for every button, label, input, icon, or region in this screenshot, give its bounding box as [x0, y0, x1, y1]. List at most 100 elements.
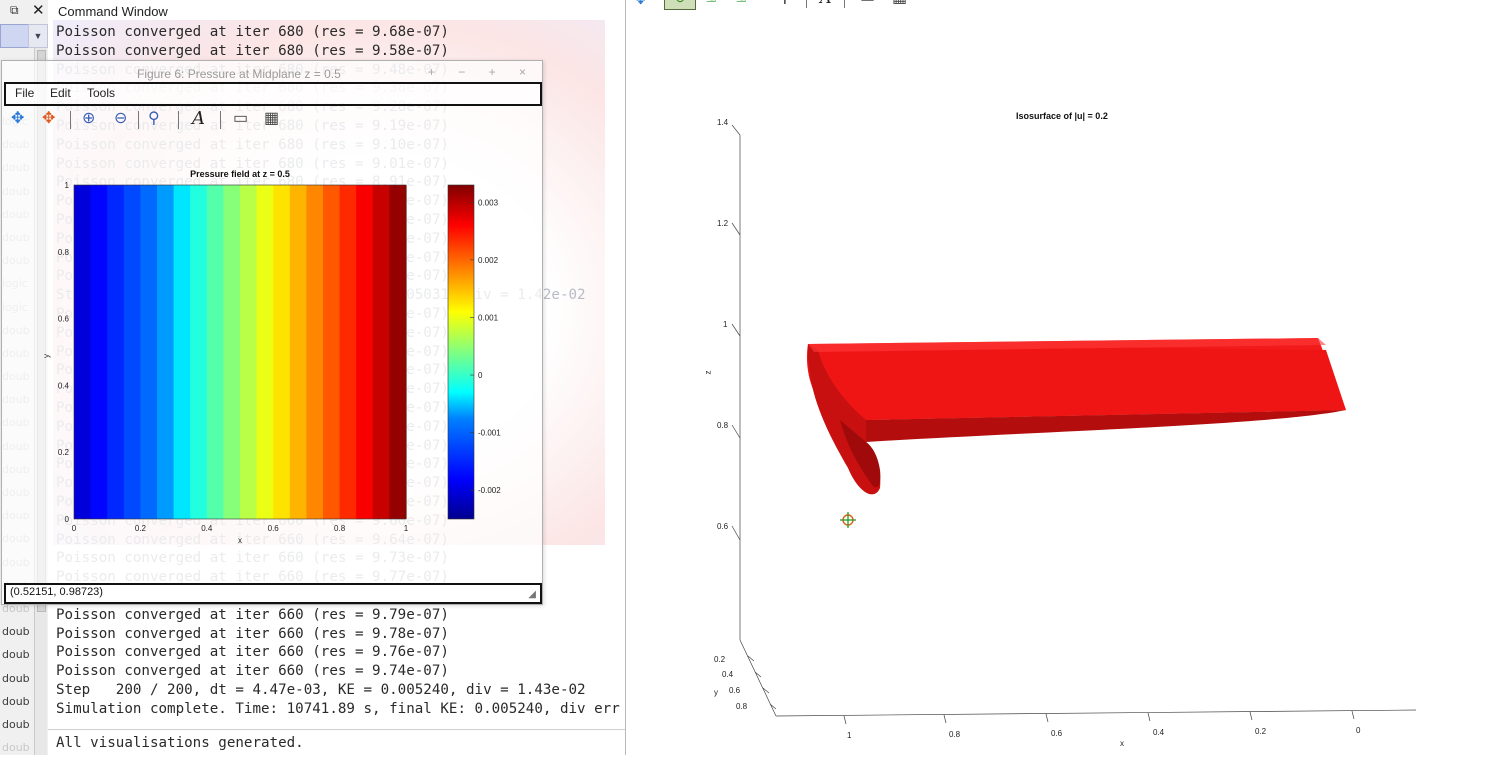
zoom-in-icon[interactable]: ⊕: [82, 109, 95, 129]
text-icon[interactable]: A: [192, 109, 205, 129]
heatmap-x-tick-label: 0.2: [135, 524, 147, 533]
heatmap-x-tick-label: 0: [72, 524, 77, 533]
x-tick-label: 0.8: [949, 730, 961, 739]
toolbar-separator: [178, 111, 179, 129]
heatmap-cell: [223, 185, 241, 519]
heatmap-cell: [306, 185, 324, 519]
command-footer-line: All visualisations generated.: [56, 735, 304, 751]
heatmap-cell: [389, 185, 407, 519]
menu-file[interactable]: File: [15, 86, 34, 100]
heatmap-cell: [173, 185, 191, 519]
y-tick-label: 0.4: [722, 670, 734, 679]
heatmap-y-tick-label: 0: [65, 515, 70, 524]
isosurface-axes[interactable]: [626, 0, 1500, 755]
pressure-heatmap-plot[interactable]: Pressure field at z = 0.5 0 0.2 0.4 0.6 0.8 1…: [2, 166, 522, 546]
heatmap-cell: [356, 185, 374, 519]
zoom-icon[interactable]: ⚲: [148, 109, 160, 129]
command-output-line: Step 200 / 200, dt = 4.47e-03, KE = 0.00…: [56, 681, 586, 698]
isosurface-xlabel: x: [1120, 739, 1124, 748]
command-output-line: Simulation complete. Time: 10741.89 s, f…: [56, 700, 620, 717]
heatmap-y-tick-label: 0.6: [58, 315, 70, 324]
undock-icon[interactable]: ⧉: [10, 3, 19, 18]
heatmap-x-tick-label: 0.8: [334, 524, 346, 533]
heatmap-cell: [123, 185, 141, 519]
chevron-down-icon[interactable]: ▼: [28, 24, 48, 48]
heatmap-cell: [157, 185, 175, 519]
x-tick-label: 0.4: [1153, 728, 1165, 737]
figure-menubar: File Edit Tools: [4, 82, 542, 106]
heatmap-cell: [107, 185, 125, 519]
command-output-line: Poisson converged at iter 680 (res = 9.5…: [56, 42, 449, 59]
heatmap-cell: [289, 185, 307, 519]
heatmap-cell: [240, 185, 258, 519]
colorbar-tick-label: -0.001: [478, 429, 501, 438]
menu-edit[interactable]: Edit: [50, 86, 71, 100]
heatmap-x-tick-label: 1: [404, 524, 409, 533]
heatmap-cell: [190, 185, 208, 519]
rotate-icon[interactable]: ✥: [42, 109, 55, 129]
z-tick-label: 0.8: [717, 421, 729, 430]
heatmap-y-tick-label: 0.4: [58, 381, 70, 390]
figure-window-title: Figure 6: Pressure at Midplane z = 0.5: [137, 67, 341, 81]
colorbar-tick-label: 0.001: [478, 313, 499, 322]
workspace-selector[interactable]: [0, 24, 30, 48]
heatmap-x-tick-label: 0.4: [201, 524, 213, 533]
heatmap-cell: [273, 185, 291, 519]
isosurface-ylabel: y: [714, 688, 718, 697]
heatmap-y-ticks: 0 0.2 0.4 0.6 0.8 1: [58, 181, 70, 524]
heatmap-y-tick-label: 0.8: [58, 248, 70, 257]
x-tick-label: 0: [1356, 726, 1361, 735]
colorbar-tick-label: 0.002: [478, 256, 499, 265]
z-tick-label: 1.4: [717, 118, 729, 127]
toolbar-separator: [138, 111, 139, 129]
y-tick-marks: [747, 655, 777, 710]
x-tick-label: 0.6: [1051, 729, 1063, 738]
camera-target-icon: [840, 512, 856, 528]
close-icon[interactable]: ✕: [32, 1, 45, 19]
command-output-line: Poisson converged at iter 660 (res = 9.7…: [56, 625, 449, 642]
colorbar: [447, 184, 475, 520]
heatmap-cells: [74, 185, 407, 519]
colorbar-tick-label: -0.002: [478, 486, 501, 495]
heatmap-cell: [140, 185, 158, 519]
isosurface-shape: [806, 338, 1346, 495]
x-tick-label: 0.2: [1255, 727, 1267, 736]
heatmap-y-tick-label: 1: [65, 181, 70, 190]
heatmap-cell: [372, 185, 390, 519]
z-tick-marks: [731, 124, 741, 541]
heatmap-cell: [256, 185, 274, 519]
heatmap-x-tick-label: 0.6: [268, 524, 280, 533]
legend-icon[interactable]: ▭: [233, 109, 248, 129]
heatmap-cell: [323, 185, 341, 519]
isosurface-figure[interactable]: ✥ ↻ ⇲ ⇲ ⚲ A ▭ ▦ Isosurface of |u| = 0.2: [626, 0, 1500, 755]
figure-window[interactable]: Figure 6: Pressure at Midplane z = 0.5 +…: [1, 60, 543, 605]
command-output-line: Poisson converged at iter 660 (res = 9.7…: [56, 663, 449, 680]
menu-tools[interactable]: Tools: [87, 86, 115, 100]
heatmap-cell: [206, 185, 224, 519]
zoom-out-icon[interactable]: ⊖: [114, 109, 127, 129]
heatmap-cell: [339, 185, 357, 519]
heatmap-ylabel: y: [42, 354, 51, 358]
workspace-header: ⧉ ✕: [0, 0, 52, 22]
toolbar-separator: [70, 111, 71, 129]
grid-icon[interactable]: ▦: [264, 109, 279, 129]
z-tick-label: 1.2: [717, 219, 729, 228]
toolbar-separator: [220, 111, 221, 129]
isosurface-zlabel: z: [703, 370, 713, 375]
pan-icon[interactable]: ✥: [11, 109, 24, 129]
heatmap-cell: [90, 185, 108, 519]
command-output-line: Poisson converged at iter 660 (res = 9.7…: [56, 644, 449, 661]
heatmap-cell: [74, 185, 92, 519]
colorbar-ticks: 0.003 0.002 0.001 0 -0.001 -0.002: [470, 198, 501, 495]
figure-toolbar: ✥ ✥ ⊕ ⊖ ⚲ A ▭ ▦: [8, 109, 308, 133]
resize-grip-icon[interactable]: ◢: [528, 589, 536, 600]
z-tick-label: 1: [723, 320, 728, 329]
window-controls[interactable]: + − + ×: [428, 65, 536, 79]
command-window-title: Command Window: [58, 4, 168, 19]
y-tick-label: 0.2: [714, 655, 726, 664]
cursor-coordinates: (0.52151, 0.98723): [10, 586, 103, 598]
colorbar-tick-label: 0: [478, 371, 483, 380]
heatmap-x-ticks: 0 0.2 0.4 0.6 0.8 1: [72, 524, 409, 533]
heatmap-xlabel: x: [238, 536, 242, 545]
y-tick-label: 0.8: [736, 702, 748, 711]
